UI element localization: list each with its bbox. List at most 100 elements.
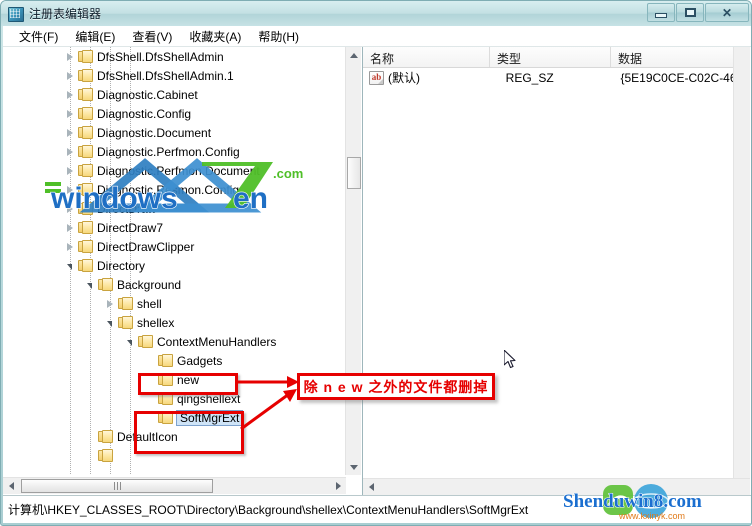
values-vertical-scrollbar[interactable] bbox=[733, 47, 750, 478]
tree-item-label: ContextMenuHandlers bbox=[157, 334, 277, 349]
tree-item-directdraw[interactable]: DirectDraw bbox=[3, 199, 346, 218]
minimize-button[interactable] bbox=[647, 3, 675, 22]
tree-item-label: Directory bbox=[97, 258, 146, 273]
values-list[interactable]: ab (默认) REG_SZ {5E19C0CE-C02C-46c2 bbox=[363, 68, 733, 87]
twisty-slot bbox=[65, 51, 76, 62]
registry-tree-pane: DfsShell.DfsShellAdmin DfsShell.DfsShellA… bbox=[3, 47, 363, 495]
folder-icon bbox=[78, 107, 93, 120]
values-scroll-left-button[interactable] bbox=[363, 479, 379, 495]
title-bar: 注册表编辑器 ✕ bbox=[1, 1, 751, 26]
tree-item-softmgrext[interactable]: SoftMgrExt bbox=[3, 408, 346, 427]
twisty-collapsed-icon[interactable] bbox=[67, 71, 73, 80]
table-row[interactable]: ab (默认) REG_SZ {5E19C0CE-C02C-46c2 bbox=[363, 68, 733, 87]
twisty-collapsed-icon[interactable] bbox=[107, 299, 113, 308]
folder-icon bbox=[98, 278, 113, 291]
menu-edit[interactable]: 编辑(E) bbox=[67, 26, 124, 47]
close-button[interactable]: ✕ bbox=[705, 3, 749, 22]
tree-item-label: DirectDraw bbox=[97, 201, 157, 216]
folder-icon bbox=[98, 449, 113, 462]
twisty-slot bbox=[85, 279, 96, 290]
registry-editor-icon bbox=[7, 5, 24, 22]
tree-item-diagnostic-document[interactable]: Diagnostic.Document bbox=[3, 123, 346, 142]
tree-item-diagnostic-cabinet[interactable]: Diagnostic.Cabinet bbox=[3, 85, 346, 104]
twisty-slot bbox=[65, 127, 76, 138]
tree-item-label: qingshellext bbox=[177, 391, 241, 406]
column-header-name[interactable]: 名称 bbox=[363, 47, 490, 67]
twisty-slot bbox=[145, 355, 156, 366]
maximize-button[interactable] bbox=[676, 3, 704, 22]
tree-item-contextmenuhandlers[interactable]: ContextMenuHandlers bbox=[3, 332, 346, 351]
folder-icon bbox=[158, 354, 173, 367]
tree-item-label: Diagnostic.Document bbox=[97, 125, 212, 140]
tree-item-directdraw7[interactable]: DirectDraw7 bbox=[3, 218, 346, 237]
tree-item-label: DfsShell.DfsShellAdmin.1 bbox=[97, 68, 234, 83]
twisty-slot bbox=[105, 298, 116, 309]
menu-help[interactable]: 帮助(H) bbox=[250, 26, 308, 47]
twisty-expanded-icon[interactable] bbox=[107, 321, 112, 327]
twisty-collapsed-icon[interactable] bbox=[67, 52, 73, 61]
twisty-collapsed-icon[interactable] bbox=[67, 204, 73, 213]
twisty-expanded-icon[interactable] bbox=[127, 340, 132, 346]
column-header-data[interactable]: 数据 bbox=[611, 47, 733, 67]
tree-item-label: new bbox=[177, 372, 200, 387]
tree-item-label: DefaultIcon bbox=[117, 429, 178, 444]
twisty-slot bbox=[145, 393, 156, 404]
twisty-collapsed-icon[interactable] bbox=[67, 147, 73, 156]
triangle-down-icon bbox=[350, 464, 358, 470]
column-header-type[interactable]: 类型 bbox=[490, 47, 611, 67]
tree-hscroll-thumb[interactable] bbox=[21, 479, 213, 493]
tree-item-diagnostic-perfmon-document[interactable]: Diagnostic.Perfmon.Document bbox=[3, 161, 346, 180]
string-value-icon: ab bbox=[369, 70, 384, 85]
tree-scroll-up-button[interactable] bbox=[346, 47, 362, 63]
grip-icon bbox=[113, 482, 121, 490]
twisty-collapsed-icon[interactable] bbox=[67, 223, 73, 232]
tree-item-diagnostic-config[interactable]: Diagnostic.Config bbox=[3, 104, 346, 123]
twisty-collapsed-icon[interactable] bbox=[67, 242, 73, 251]
folder-icon bbox=[158, 392, 173, 405]
tree-item-defaulticon[interactable]: DefaultIcon bbox=[3, 427, 346, 446]
tree-item-background[interactable]: Background bbox=[3, 275, 346, 294]
values-column-headers: 名称 类型 数据 bbox=[363, 47, 733, 68]
tree-scroll-thumb[interactable] bbox=[347, 157, 361, 189]
values-horizontal-scrollbar[interactable] bbox=[363, 478, 750, 495]
tree-item-partial[interactable] bbox=[3, 446, 346, 465]
menu-view[interactable]: 查看(V) bbox=[124, 26, 181, 47]
tree-scroll-left-button[interactable] bbox=[3, 478, 19, 494]
tree-item-shellex[interactable]: shellex bbox=[3, 313, 346, 332]
tree-item-directory[interactable]: Directory bbox=[3, 256, 346, 275]
tree-item-gadgets[interactable]: Gadgets bbox=[3, 351, 346, 370]
twisty-collapsed-icon[interactable] bbox=[67, 166, 73, 175]
tree-item-dfsshell-dfsshelladmin-1[interactable]: DfsShell.DfsShellAdmin.1 bbox=[3, 66, 346, 85]
folder-icon bbox=[98, 430, 113, 443]
twisty-expanded-icon[interactable] bbox=[67, 264, 72, 270]
twisty-collapsed-icon[interactable] bbox=[67, 109, 73, 118]
twisty-collapsed-icon[interactable] bbox=[67, 90, 73, 99]
tree-item-new[interactable]: new bbox=[3, 370, 346, 389]
tree-item-qingshellext[interactable]: qingshellext bbox=[3, 389, 346, 408]
triangle-up-icon bbox=[350, 52, 358, 58]
tree-item-label: Diagnostic.Resmon.Config bbox=[97, 182, 240, 197]
tree-scroll-right-button[interactable] bbox=[330, 478, 346, 494]
tree-item-diagnostic-perfmon-config[interactable]: Diagnostic.Perfmon.Config bbox=[3, 142, 346, 161]
tree-vertical-scrollbar[interactable] bbox=[345, 47, 361, 475]
menu-file[interactable]: 文件(F) bbox=[11, 26, 67, 47]
tree-item-diagnostic-resmon-config[interactable]: Diagnostic.Resmon.Config bbox=[3, 180, 346, 199]
twisty-slot bbox=[65, 146, 76, 157]
tree-horizontal-scrollbar[interactable] bbox=[3, 477, 346, 494]
registry-editor-window: 注册表编辑器 ✕ 文件(F) 编辑(E) 查看(V) 收藏夹(A) 帮助(H) … bbox=[0, 0, 752, 526]
tree-item-directdrawclipper[interactable]: DirectDrawClipper bbox=[3, 237, 346, 256]
menu-favorites[interactable]: 收藏夹(A) bbox=[181, 26, 250, 47]
tree-scroll-down-button[interactable] bbox=[346, 459, 362, 475]
tree-item-label: Diagnostic.Perfmon.Document bbox=[97, 163, 260, 178]
window-controls: ✕ bbox=[647, 3, 749, 22]
tree-item-dfsshell-dfsshelladmin[interactable]: DfsShell.DfsShellAdmin bbox=[3, 47, 346, 66]
twisty-slot bbox=[65, 70, 76, 81]
registry-tree[interactable]: DfsShell.DfsShellAdmin DfsShell.DfsShellA… bbox=[3, 47, 346, 475]
twisty-collapsed-icon[interactable] bbox=[67, 128, 73, 137]
twisty-slot bbox=[125, 336, 136, 347]
triangle-left-icon bbox=[368, 483, 374, 491]
twisty-slot bbox=[65, 241, 76, 252]
tree-item-shell[interactable]: shell bbox=[3, 294, 346, 313]
twisty-expanded-icon[interactable] bbox=[87, 283, 92, 289]
twisty-collapsed-icon[interactable] bbox=[67, 185, 73, 194]
